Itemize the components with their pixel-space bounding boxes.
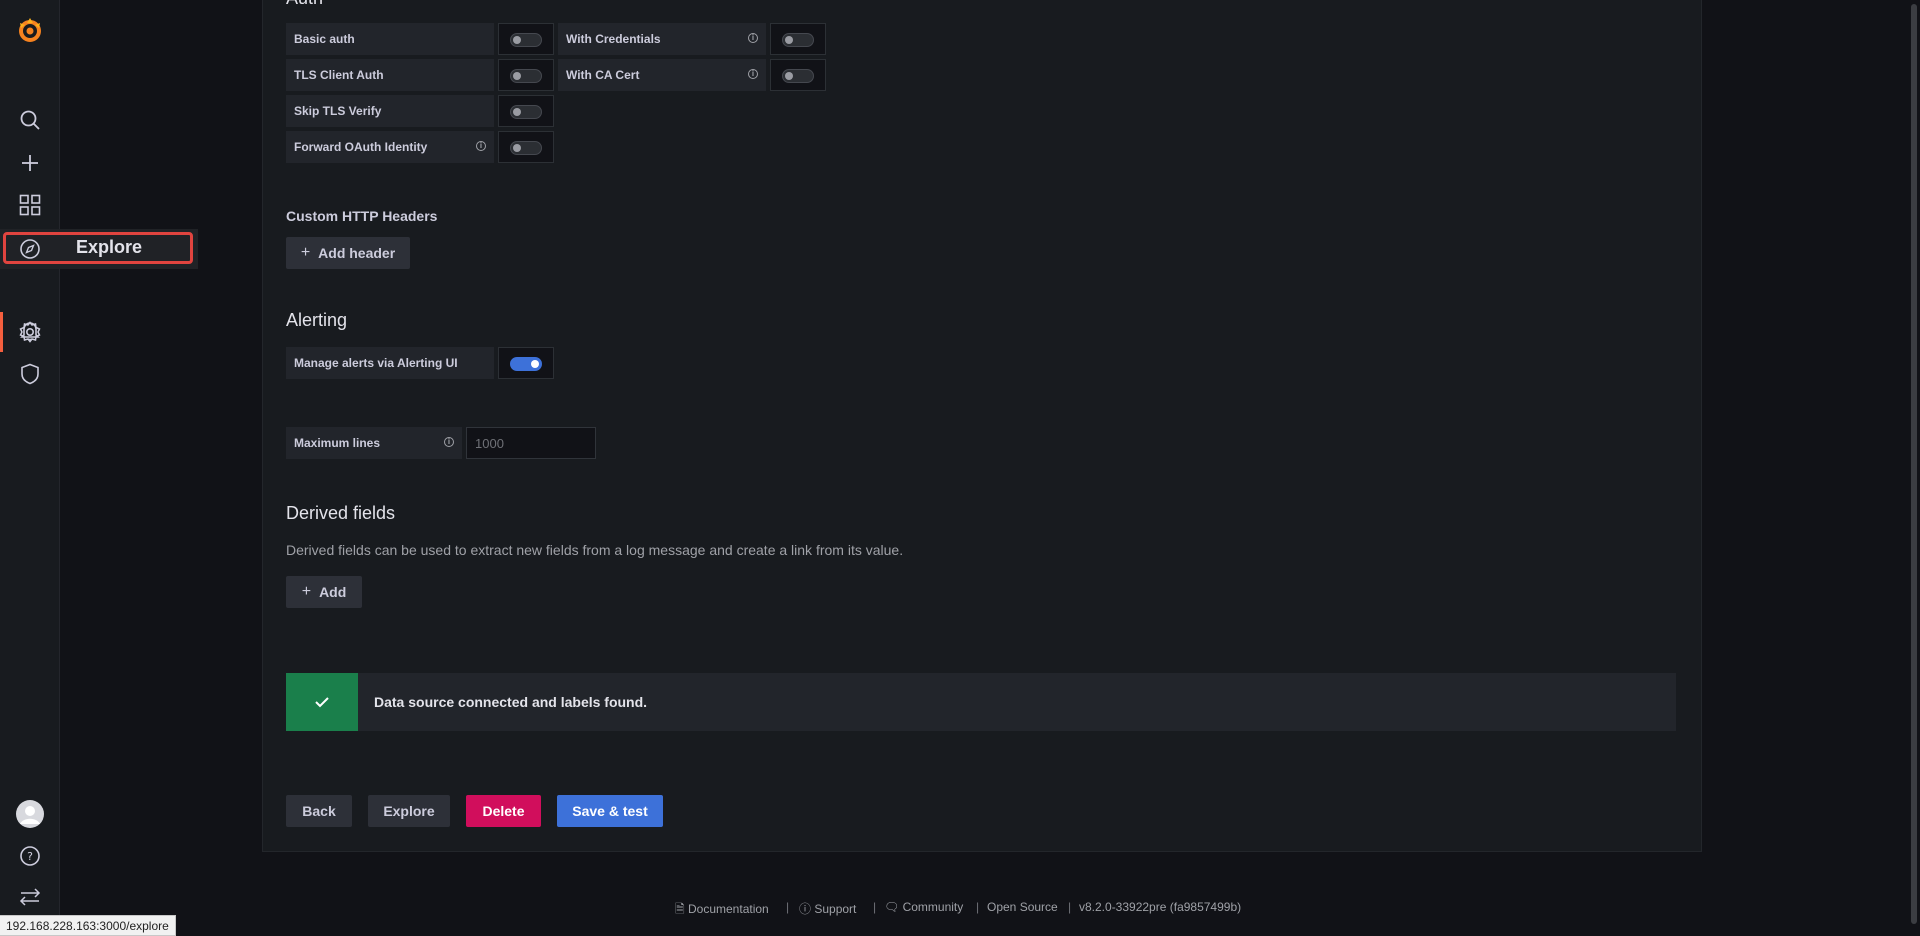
community-label: Community: [902, 900, 964, 914]
sidebar: ?: [0, 0, 60, 936]
shield-icon[interactable]: [0, 354, 59, 394]
grafana-logo-icon[interactable]: [0, 10, 59, 50]
with-ca-cert-label: With CA Cert i: [558, 59, 766, 91]
info-icon[interactable]: i: [748, 69, 758, 79]
max-lines-input[interactable]: 1000: [466, 427, 596, 459]
basic-auth-label: Basic auth: [286, 23, 494, 55]
add-header-label: Add header: [318, 245, 396, 261]
max-lines-text: Maximum lines: [294, 436, 381, 450]
avatar[interactable]: [0, 794, 59, 834]
save-test-button[interactable]: Save & test: [557, 795, 663, 827]
search-icon[interactable]: [0, 100, 59, 140]
manage-alerts-toggle[interactable]: [498, 347, 554, 379]
alerting-title: Alerting: [286, 310, 348, 330]
forward-oauth-text: Forward OAuth Identity: [294, 140, 428, 154]
question-circle-icon: ⓘ: [799, 902, 812, 916]
delete-button[interactable]: Delete: [466, 795, 541, 827]
footer-separator: |: [1068, 900, 1072, 914]
scrollbar-thumb[interactable]: [1911, 4, 1917, 924]
footer-open-source-link[interactable]: Open Source: [987, 900, 1058, 914]
svg-text:?: ?: [27, 850, 33, 863]
derived-fields-description: Derived fields can be used to extract ne…: [286, 542, 904, 558]
comments-icon: 🗨: [884, 900, 900, 914]
footer-version: v8.2.0-33922pre (fa9857499b): [1079, 900, 1242, 914]
add-derived-field-label: Add: [319, 584, 347, 600]
alert-message: Data source connected and labels found.: [374, 694, 648, 710]
tls-client-auth-toggle[interactable]: [498, 59, 554, 91]
info-icon[interactable]: i: [748, 33, 758, 43]
footer-separator: |: [873, 900, 877, 914]
with-credentials-text: With Credentials: [566, 32, 661, 46]
dashboards-icon[interactable]: [0, 185, 59, 225]
back-button[interactable]: Back: [286, 795, 352, 827]
explore-highlight-box: [3, 232, 193, 264]
document-icon: 🗎: [675, 902, 685, 916]
scrollbar[interactable]: [1906, 0, 1920, 936]
with-ca-cert-text: With CA Cert: [566, 68, 640, 82]
basic-auth-toggle[interactable]: [498, 23, 554, 55]
skip-tls-verify-label: Skip TLS Verify: [286, 95, 494, 127]
footer-separator: |: [786, 900, 790, 914]
custom-headers-title: Custom HTTP Headers: [286, 208, 438, 224]
footer-community-link[interactable]: 🗨 Community: [884, 900, 963, 914]
gear-icon[interactable]: [0, 312, 59, 352]
support-label: Support: [814, 902, 857, 916]
plus-icon: +: [300, 244, 311, 261]
switch-arrows-icon[interactable]: [0, 877, 59, 917]
footer-documentation-link[interactable]: 🗎 Documentation: [675, 900, 769, 921]
add-derived-field-button[interactable]: + Add: [286, 576, 362, 608]
skip-tls-verify-toggle[interactable]: [498, 95, 554, 127]
status-bar-url: 192.168.228.163:3000/explore: [0, 915, 176, 936]
tls-client-auth-label: TLS Client Auth: [286, 59, 494, 91]
add-header-button[interactable]: + Add header: [286, 237, 410, 269]
success-alert: Data source connected and labels found.: [286, 673, 1676, 731]
max-lines-label: Maximum lines i: [286, 427, 462, 459]
check-icon: [286, 673, 358, 731]
forward-oauth-label: Forward OAuth Identity i: [286, 131, 494, 163]
documentation-label: Documentation: [688, 902, 769, 916]
info-icon[interactable]: i: [476, 141, 486, 151]
derived-fields-title: Derived fields: [286, 503, 396, 523]
forward-oauth-toggle[interactable]: [498, 131, 554, 163]
footer-separator: |: [976, 900, 980, 914]
plus-icon: +: [301, 583, 312, 600]
auth-section-title: Auth: [286, 0, 323, 9]
info-icon[interactable]: i: [444, 437, 454, 447]
footer-support-link[interactable]: ⓘ Support: [799, 900, 856, 917]
with-credentials-toggle[interactable]: [770, 23, 826, 55]
with-ca-cert-toggle[interactable]: [770, 59, 826, 91]
plus-icon[interactable]: [0, 143, 59, 183]
with-credentials-label: With Credentials i: [558, 23, 766, 55]
explore-button[interactable]: Explore: [368, 795, 450, 827]
help-icon[interactable]: ?: [0, 836, 59, 876]
manage-alerts-label: Manage alerts via Alerting UI: [286, 347, 494, 379]
